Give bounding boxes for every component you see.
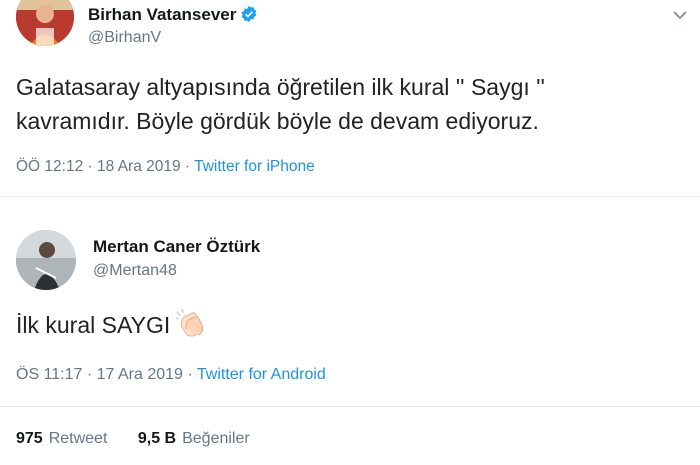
username[interactable]: @Mertan48 (93, 262, 177, 280)
clapping-hands-icon (175, 308, 208, 348)
engagement-stats: 975 Retweet 9,5 B Beğeniler (16, 430, 276, 448)
retweet-number: 975 (16, 430, 43, 447)
divider (0, 196, 700, 197)
separator: · (82, 366, 97, 383)
divider (0, 406, 700, 407)
like-number: 9,5 B (137, 430, 177, 447)
verified-badge-icon (240, 5, 258, 28)
client-link[interactable]: Twitter for Android (197, 366, 326, 383)
client-link[interactable]: Twitter for iPhone (194, 158, 315, 175)
tweet-text: İlk kural SAYGI (16, 308, 208, 348)
like-count[interactable]: 9,5 B Beğeniler (138, 430, 250, 448)
display-name[interactable]: Mertan Caner Öztürk (93, 237, 260, 257)
chevron-down-icon[interactable] (672, 8, 688, 26)
tweet-text-line: kavramıdır. Böyle gördük böyle de devam … (16, 108, 539, 134)
tweet-text-content: İlk kural SAYGI (16, 312, 171, 338)
retweet-count[interactable]: 975 Retweet (16, 430, 107, 448)
display-name[interactable]: Birhan Vatansever (88, 5, 258, 28)
separator: · (180, 158, 195, 175)
tweet-metadata: ÖÖ 12:12 · 18 Ara 2019 · Twitter for iPh… (16, 158, 315, 176)
tweet-date[interactable]: 18 Ara 2019 (97, 158, 181, 175)
tweet-date[interactable]: 17 Ara 2019 (97, 366, 183, 383)
retweet-label: Retweet (48, 430, 108, 447)
separator: · (83, 158, 97, 175)
display-name-text[interactable]: Birhan Vatansever (88, 5, 236, 24)
tweet-text: Galatasaray altyapısında öğretilen ilk k… (16, 70, 686, 138)
separator: · (182, 366, 197, 383)
tweet-time[interactable]: ÖÖ 12:12 (16, 158, 83, 175)
avatar[interactable] (16, 0, 74, 46)
tweet-metadata: ÖS 11:17 · 17 Ara 2019 · Twitter for And… (16, 366, 326, 384)
username[interactable]: @BirhanV (88, 29, 161, 47)
like-label: Beğeniler (182, 430, 250, 447)
tweet-text-line: Galatasaray altyapısında öğretilen ilk k… (16, 74, 545, 100)
tweet-screenshot: Birhan Vatansever @BirhanV Galatasaray a… (0, 0, 700, 465)
tweet-time[interactable]: ÖS 11:17 (16, 366, 82, 383)
avatar[interactable] (16, 230, 76, 290)
